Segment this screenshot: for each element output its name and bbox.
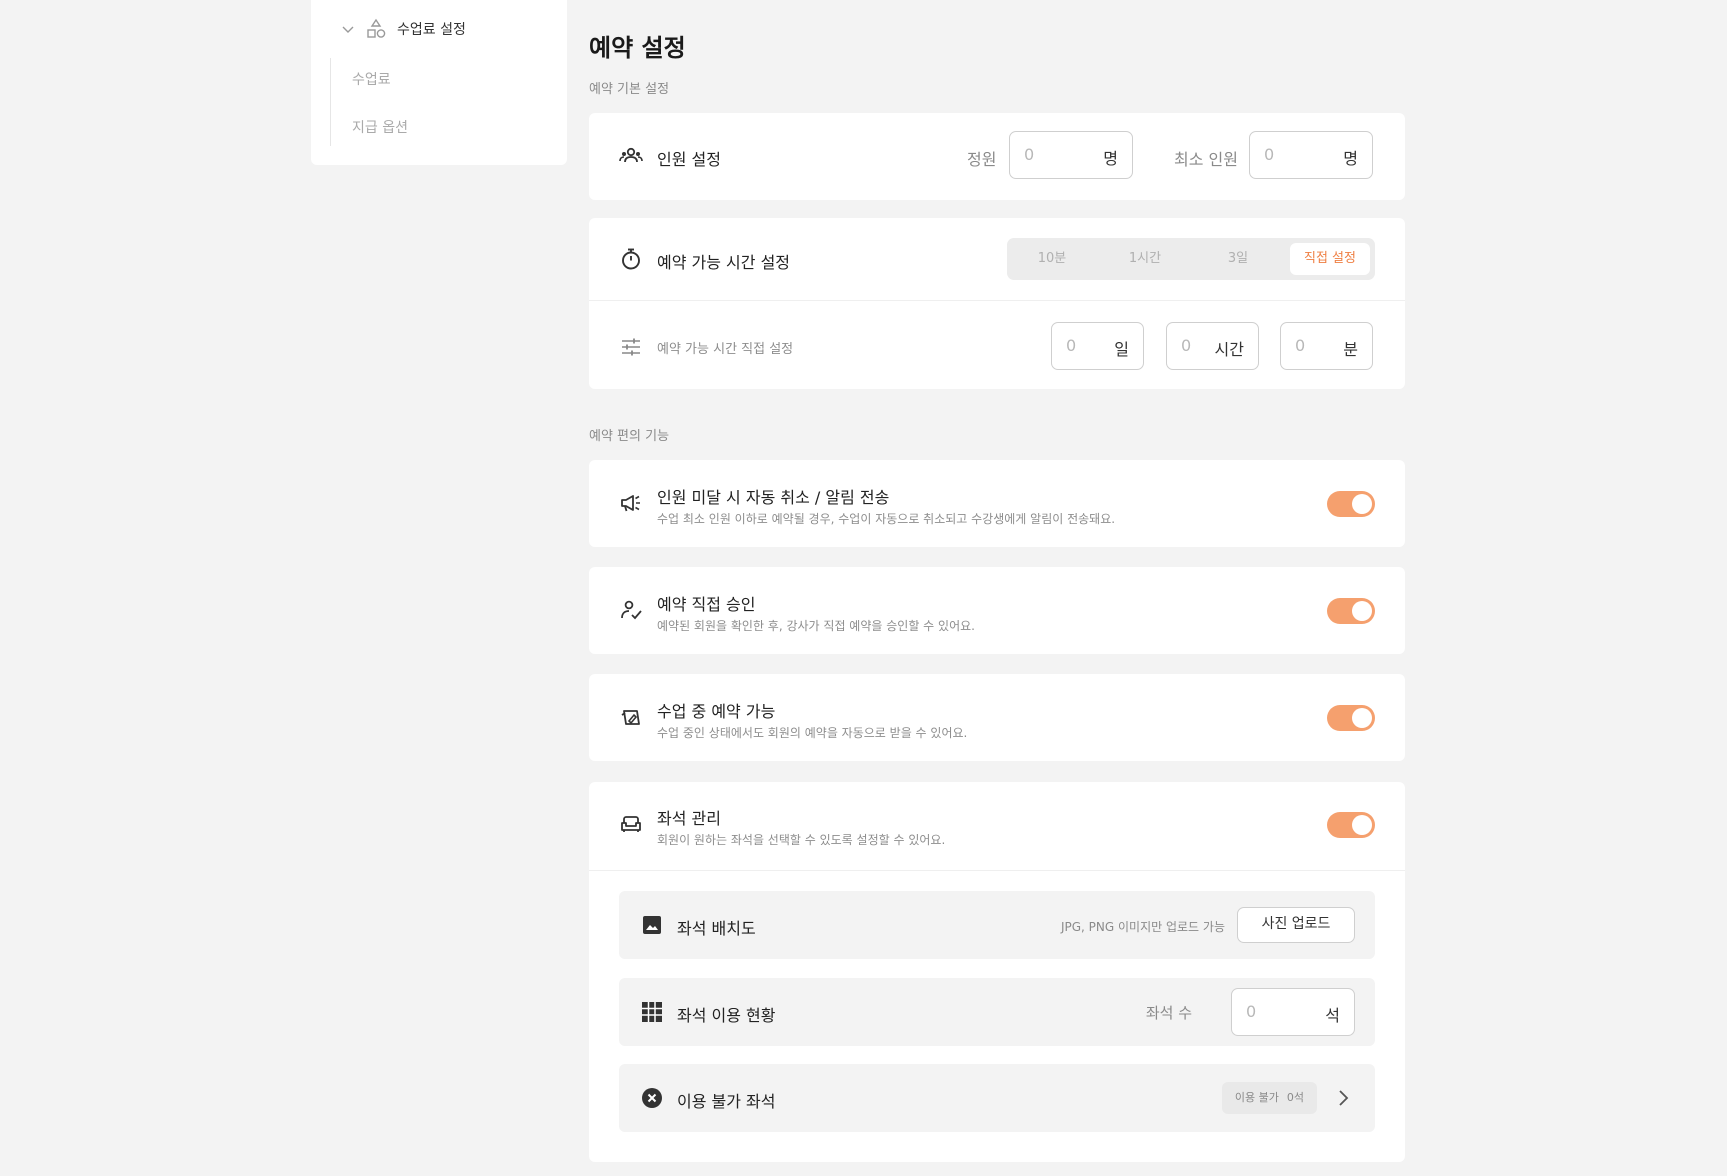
seg-option-3day[interactable]: 3일 — [1198, 243, 1278, 275]
min-capacity-unit: 명 — [1343, 149, 1358, 168]
feature-desc: 수업 중인 상태에서도 회원의 예약을 자동으로 받을 수 있어요. — [657, 726, 968, 740]
calendar-edit-icon — [621, 710, 640, 725]
seat-layout-hint: JPG, PNG 이미지만 업로드 가능 — [1060, 920, 1225, 934]
sliders-icon — [622, 338, 640, 356]
seg-option-10min[interactable]: 10분 — [1012, 243, 1092, 275]
section-label-convenience: 예약 편의 기능 — [589, 429, 670, 444]
people-icon — [619, 147, 643, 163]
badge-count: 0석 — [1286, 1091, 1304, 1104]
approval-toggle[interactable] — [1327, 598, 1375, 624]
day-field[interactable]: 일 — [1051, 322, 1144, 370]
grid-icon — [642, 1002, 662, 1022]
minute-unit: 분 — [1343, 340, 1358, 359]
stopwatch-icon — [622, 248, 640, 270]
seg-option-1hour[interactable]: 1시간 — [1105, 243, 1185, 275]
minute-input[interactable] — [1295, 336, 1345, 355]
min-capacity-label: 최소 인원 — [1174, 150, 1238, 169]
feature-auto-cancel-card: 인원 미달 시 자동 취소 / 알림 전송 수업 최소 인원 이하로 예약될 경… — [589, 460, 1405, 547]
photo-upload-button[interactable]: 사진 업로드 — [1237, 907, 1355, 943]
unavailable-seat-title: 이용 불가 좌석 — [677, 1092, 776, 1111]
capacity-field[interactable]: 명 — [1009, 131, 1133, 179]
seat-count-input[interactable] — [1246, 1002, 1296, 1021]
toggle-knob — [1352, 601, 1372, 621]
seat-status-title: 좌석 이용 현황 — [677, 1006, 776, 1025]
capacity-label: 정원 — [967, 150, 997, 169]
chevron-right-icon[interactable] — [1333, 1088, 1353, 1108]
chevron-down-icon — [342, 26, 354, 33]
booking-time-title: 예약 가능 시간 설정 — [657, 253, 791, 272]
feature-title: 예약 직접 승인 — [657, 595, 756, 614]
seat-status-row: 좌석 이용 현황 좌석 수 석 — [619, 978, 1375, 1046]
sidebar-group-tuition[interactable]: 수업료 설정 — [341, 18, 466, 40]
toggle-knob — [1352, 708, 1372, 728]
unavailable-seat-row[interactable]: 이용 불가 좌석 이용 불가 0석 — [619, 1064, 1375, 1132]
day-input[interactable] — [1066, 336, 1116, 355]
seat-layout-title: 좌석 배치도 — [677, 919, 756, 938]
feature-seat-card: 좌석 관리 회원이 원하는 좌석을 선택할 수 있도록 설정할 수 있어요. 좌… — [589, 782, 1405, 1162]
sidebar-group-label: 수업료 설정 — [397, 22, 466, 38]
capacity-card: 인원 설정 정원 명 최소 인원 명 — [589, 113, 1405, 200]
min-capacity-field[interactable]: 명 — [1249, 131, 1373, 179]
sidebar-item-tuition[interactable]: 수업료 — [352, 69, 391, 89]
divider — [589, 300, 1405, 301]
capacity-unit: 명 — [1103, 149, 1118, 168]
sidebar: 수업료 설정 수업료 지급 옵션 — [311, 0, 567, 165]
booking-time-card: 예약 가능 시간 설정 10분 1시간 3일 직접 설정 예약 가능 시간 직접… — [589, 218, 1405, 389]
image-icon — [643, 916, 661, 934]
feature-title: 좌석 관리 — [657, 809, 721, 828]
hour-unit: 시간 — [1214, 340, 1244, 359]
seat-layout-row: 좌석 배치도 JPG, PNG 이미지만 업로드 가능 사진 업로드 — [619, 891, 1375, 959]
seat-count-label: 좌석 수 — [1145, 1004, 1192, 1022]
feature-during-class-card: 수업 중 예약 가능 수업 중인 상태에서도 회원의 예약을 자동으로 받을 수… — [589, 674, 1405, 761]
sidebar-tree-line — [330, 58, 331, 146]
section-label-basic: 예약 기본 설정 — [589, 82, 670, 97]
toggle-knob — [1352, 815, 1372, 835]
badge-label: 이용 불가 — [1234, 1091, 1279, 1104]
auto-cancel-toggle[interactable] — [1327, 491, 1375, 517]
feature-title: 인원 미달 시 자동 취소 / 알림 전송 — [657, 488, 890, 507]
toggle-knob — [1352, 494, 1372, 514]
booking-time-segment: 10분 1시간 3일 직접 설정 — [1007, 238, 1375, 280]
feature-desc: 수업 최소 인원 이하로 예약될 경우, 수업이 자동으로 취소되고 수강생에게… — [657, 512, 1116, 526]
sofa-icon — [621, 816, 641, 832]
seat-count-field[interactable]: 석 — [1231, 988, 1355, 1036]
megaphone-icon — [621, 495, 640, 512]
feature-desc: 회원이 원하는 좌석을 선택할 수 있도록 설정할 수 있어요. — [657, 833, 946, 847]
capacity-title: 인원 설정 — [657, 150, 721, 169]
minute-field[interactable]: 분 — [1280, 322, 1373, 370]
page-title: 예약 설정 — [589, 34, 686, 62]
capacity-input[interactable] — [1024, 145, 1074, 164]
feature-title: 수업 중 예약 가능 — [657, 702, 776, 721]
feature-approval-card: 예약 직접 승인 예약된 회원을 확인한 후, 강사가 직접 예약을 승인할 수… — [589, 567, 1405, 654]
user-check-icon — [621, 600, 642, 620]
divider — [589, 870, 1405, 871]
shapes-icon — [367, 18, 386, 38]
during-class-toggle[interactable] — [1327, 705, 1375, 731]
seat-toggle[interactable] — [1327, 812, 1375, 838]
close-circle-icon — [642, 1088, 662, 1108]
seg-option-custom[interactable]: 직접 설정 — [1290, 243, 1370, 275]
seat-count-unit: 석 — [1325, 1006, 1340, 1025]
sidebar-item-payment-options[interactable]: 지급 옵션 — [352, 117, 408, 137]
hour-field[interactable]: 시간 — [1166, 322, 1259, 370]
custom-time-title: 예약 가능 시간 직접 설정 — [657, 342, 794, 357]
day-unit: 일 — [1114, 340, 1129, 359]
min-capacity-input[interactable] — [1264, 145, 1314, 164]
feature-desc: 예약된 회원을 확인한 후, 강사가 직접 예약을 승인할 수 있어요. — [657, 619, 975, 633]
unavailable-seat-badge: 이용 불가 0석 — [1221, 1082, 1317, 1114]
